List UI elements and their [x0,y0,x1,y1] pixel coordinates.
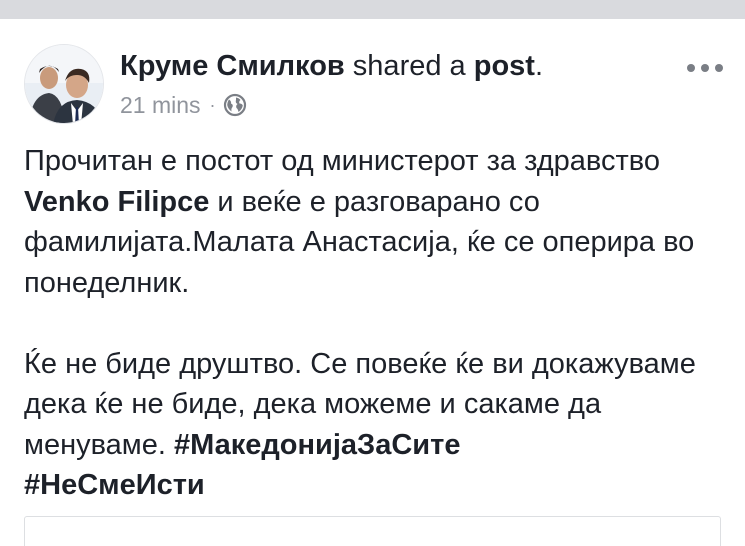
mention-link[interactable]: Venko Filipce [24,186,209,218]
top-bar [0,0,745,19]
author-name-link[interactable]: Круме Смилков [120,50,345,82]
post-meta: 21 mins · [120,90,247,120]
shared-text: shared a [344,50,474,82]
hashtag-link[interactable]: #НеСмеИсти [24,469,205,501]
paragraph-text: Прочитан е постот од министерот за здрав… [24,145,660,177]
globe-icon[interactable] [223,93,247,117]
post-paragraph-2: Ќе не биде друштво. Се повеќе ќе ви дока… [24,344,724,506]
more-options-button[interactable] [687,59,723,77]
post-paragraph-1: Прочитан е постот од министерот за здрав… [24,141,724,303]
timestamp-link[interactable]: 21 mins [120,92,201,119]
more-dot-icon [701,64,709,72]
post-header: Круме Смилков shared a post. [120,48,543,84]
header-period: . [534,50,544,82]
post-body: Прочитан е постот од министерот за здрав… [24,141,724,506]
meta-separator: · [209,94,216,115]
more-dot-icon [687,64,695,72]
post-link[interactable]: post [474,50,535,82]
hashtag-link[interactable]: #МакедонијаЗаСите [174,429,460,461]
more-dot-icon [715,64,723,72]
author-avatar[interactable] [24,44,104,124]
shared-post-preview[interactable] [24,516,721,546]
post-card: Круме Смилков shared a post. 21 mins · П… [0,19,745,546]
avatar-photo [25,45,103,123]
